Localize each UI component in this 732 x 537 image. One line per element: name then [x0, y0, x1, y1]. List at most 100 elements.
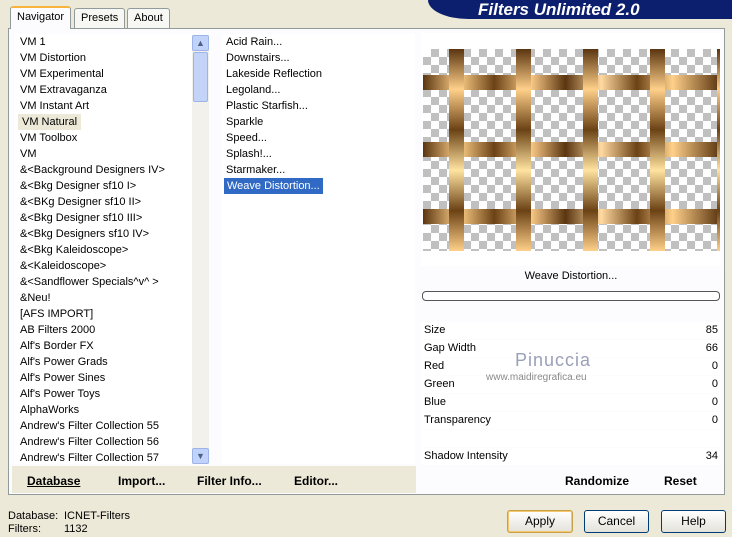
- category-label: AB Filters 2000: [20, 324, 96, 336]
- category-item[interactable]: AB Filters 2000: [16, 322, 192, 338]
- category-list[interactable]: VM 1 VM Distortion VM Experimental VM Extra…: [14, 34, 192, 464]
- filter-label: Starmaker...: [226, 164, 286, 176]
- filter-item[interactable]: Legoland...: [222, 82, 415, 98]
- category-item[interactable]: Andrew's Filter Collection 56: [16, 434, 192, 450]
- category-label: &Neu!: [20, 292, 51, 304]
- cancel-button[interactable]: Cancel: [584, 510, 649, 533]
- category-scrollbar[interactable]: ▲ ▼: [192, 35, 209, 464]
- param-slider[interactable]: Shadow Intensity 34: [421, 448, 721, 465]
- scroll-down-icon[interactable]: ▼: [192, 448, 209, 464]
- filter-item[interactable]: Acid Rain...: [222, 34, 415, 50]
- database-value: ICNET-Filters: [64, 510, 130, 522]
- tab-navigator[interactable]: Navigator: [10, 6, 72, 29]
- category-item[interactable]: VM Instant Art: [16, 98, 192, 114]
- param-value: 0: [711, 396, 718, 408]
- param-slider[interactable]: Size 85: [421, 322, 721, 339]
- filter-item[interactable]: Downstairs...: [222, 50, 415, 66]
- randomize-button[interactable]: Randomize: [565, 474, 629, 488]
- reset-button[interactable]: Reset: [664, 474, 697, 488]
- database-button[interactable]: Database: [27, 474, 80, 488]
- filter-label: Speed...: [226, 132, 267, 144]
- database-label: Database:: [8, 510, 59, 522]
- filter-list[interactable]: Acid Rain... Downstairs... Lakeside Reflec…: [222, 34, 415, 464]
- app-banner: Filters Unlimited 2.0: [428, 0, 732, 19]
- apply-button[interactable]: Apply: [507, 510, 573, 533]
- tab-presets[interactable]: Presets: [74, 8, 126, 28]
- category-label: [AFS IMPORT]: [20, 308, 94, 320]
- category-item[interactable]: &<Bkg Designer sf10 I>: [16, 178, 192, 194]
- category-item[interactable]: &<Kaleidoscope>: [16, 258, 192, 274]
- filter-item[interactable]: Lakeside Reflection: [222, 66, 415, 82]
- category-label: &<Sandflower Specials^v^ >: [20, 276, 159, 288]
- category-item[interactable]: VM Toolbox: [16, 130, 192, 146]
- param-slider[interactable]: Blue 0: [421, 394, 721, 411]
- param-slider[interactable]: [421, 430, 721, 447]
- filters-label: Filters:: [8, 523, 41, 535]
- category-label: &<Bkg Kaleidoscope>: [20, 244, 129, 256]
- param-value: 0: [711, 414, 718, 426]
- category-label: &<Bkg Designers sf10 IV>: [20, 228, 150, 240]
- category-label: &<Bkg Designer sf10 III>: [20, 212, 143, 224]
- filter-item[interactable]: Starmaker...: [222, 162, 415, 178]
- category-item[interactable]: &<Bkg Designer sf10 III>: [16, 210, 192, 226]
- category-item[interactable]: AlphaWorks: [16, 402, 192, 418]
- param-label: Gap Width: [424, 342, 476, 354]
- category-item[interactable]: VM 1: [16, 34, 192, 50]
- param-value: 66: [705, 342, 718, 354]
- watermark-name: Pinuccia: [515, 350, 592, 370]
- category-label: Alf's Power Grads: [20, 356, 108, 368]
- filter-item[interactable]: Splash!...: [222, 146, 415, 162]
- param-slider[interactable]: Transparency 0: [421, 412, 721, 429]
- filter-label: Weave Distortion...: [224, 178, 323, 194]
- editor-button[interactable]: Editor...: [294, 474, 338, 488]
- filter-item[interactable]: Plastic Starfish...: [222, 98, 415, 114]
- import-button[interactable]: Import...: [118, 474, 165, 488]
- param-value: 85: [705, 324, 718, 336]
- category-label: Andrew's Filter Collection 55: [20, 420, 160, 432]
- param-value: 0: [711, 360, 718, 372]
- category-label: VM Experimental: [20, 68, 104, 80]
- category-item[interactable]: &<Sandflower Specials^v^ >: [16, 274, 192, 290]
- category-item[interactable]: VM Distortion: [16, 50, 192, 66]
- category-item[interactable]: Andrew's Filter Collection 55: [16, 418, 192, 434]
- category-label: Alf's Border FX: [20, 340, 94, 352]
- filter-item[interactable]: Weave Distortion...: [222, 178, 415, 194]
- category-item[interactable]: Alf's Power Sines: [16, 370, 192, 386]
- category-item[interactable]: VM Experimental: [16, 66, 192, 82]
- scroll-thumb[interactable]: [193, 52, 208, 102]
- left-button-bar: Database Import... Filter Info... Editor…: [12, 466, 416, 493]
- scroll-up-icon[interactable]: ▲: [192, 35, 209, 51]
- filter-name: Weave Distortion...: [524, 270, 618, 282]
- category-label: VM Natural: [18, 114, 82, 130]
- category-label: Andrew's Filter Collection 57: [20, 452, 160, 464]
- category-label: VM Toolbox: [20, 132, 78, 144]
- watermark-url: www.maidiregrafica.eu: [486, 372, 587, 383]
- category-label: VM Distortion: [20, 52, 87, 64]
- category-item[interactable]: Alf's Border FX: [16, 338, 192, 354]
- category-item[interactable]: VM: [16, 146, 192, 162]
- category-item[interactable]: Andrew's Filter Collection 57: [16, 450, 192, 464]
- category-item[interactable]: VM Natural: [16, 114, 192, 130]
- category-item[interactable]: Alf's Power Toys: [16, 386, 192, 402]
- filter-item[interactable]: Speed...: [222, 130, 415, 146]
- param-label: Shadow Intensity: [424, 450, 508, 462]
- filter-label: Lakeside Reflection: [226, 68, 323, 80]
- category-item[interactable]: Alf's Power Grads: [16, 354, 192, 370]
- filter-label: Legoland...: [226, 84, 281, 96]
- category-item[interactable]: VM Extravaganza: [16, 82, 192, 98]
- category-item[interactable]: [AFS IMPORT]: [16, 306, 192, 322]
- filter-info-button[interactable]: Filter Info...: [197, 474, 262, 488]
- category-item[interactable]: &<BKg Designer sf10 II>: [16, 194, 192, 210]
- category-item[interactable]: &<Bkg Designers sf10 IV>: [16, 226, 192, 242]
- filter-label: Plastic Starfish...: [226, 100, 308, 112]
- category-item[interactable]: &<Background Designers IV>: [16, 162, 192, 178]
- param-label: Blue: [424, 396, 447, 408]
- category-label: Alf's Power Sines: [20, 372, 106, 384]
- tab-about[interactable]: About: [127, 8, 170, 28]
- filter-item[interactable]: Sparkle: [222, 114, 415, 130]
- category-item[interactable]: &Neu!: [16, 290, 192, 306]
- preview-image: [423, 49, 720, 251]
- help-button[interactable]: Help: [661, 510, 726, 533]
- category-label: VM 1: [20, 36, 46, 48]
- category-item[interactable]: &<Bkg Kaleidoscope>: [16, 242, 192, 258]
